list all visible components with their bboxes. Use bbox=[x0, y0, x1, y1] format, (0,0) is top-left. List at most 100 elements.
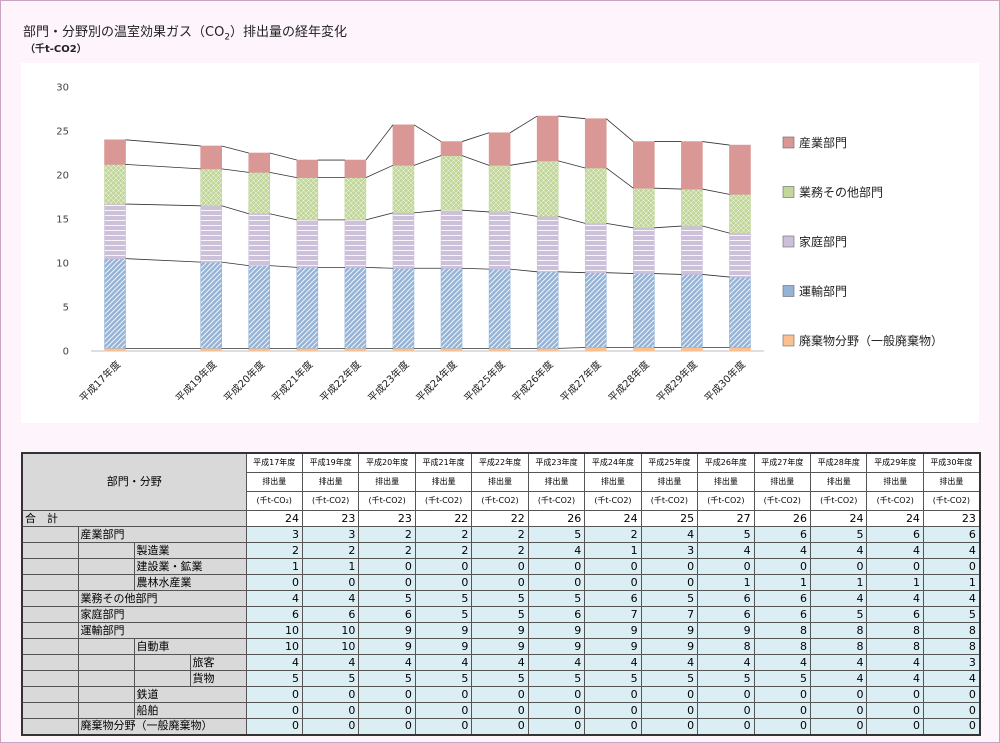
value-cell: 9 bbox=[471, 638, 529, 655]
series-connector-line bbox=[221, 261, 249, 267]
series-connector-line bbox=[125, 203, 201, 207]
value-cell: 4 bbox=[810, 590, 868, 607]
column-header-year: 平成28年度 bbox=[810, 452, 868, 473]
value-cell: 9 bbox=[414, 622, 473, 639]
column-header-year: 平成25年度 bbox=[640, 452, 699, 473]
value-cell: 23 bbox=[301, 510, 360, 527]
row-label: 農林水産業 bbox=[133, 574, 247, 591]
value-cell: 27 bbox=[697, 510, 755, 527]
table-row: 産業部門 3 3 2 2 2 5 2 4 5 6 5 6 6 bbox=[21, 526, 981, 543]
bar-segment-industry bbox=[488, 132, 511, 166]
value-cell: 24 bbox=[866, 510, 924, 527]
indent-cell bbox=[77, 558, 135, 575]
value-cell: 4 bbox=[471, 654, 529, 671]
bar-segment-waste bbox=[104, 348, 126, 352]
value-cell: 0 bbox=[640, 558, 699, 575]
indent-cell bbox=[133, 654, 191, 671]
series-connector-line bbox=[221, 145, 249, 154]
series-connector-line bbox=[269, 171, 297, 179]
column-header-label: 排出量 bbox=[810, 472, 868, 492]
column-header-unit: (千t-CO2) bbox=[584, 491, 642, 511]
value-cell: 0 bbox=[301, 686, 360, 703]
value-cell: 0 bbox=[640, 574, 699, 591]
row-label: 船舶 bbox=[133, 702, 247, 719]
value-cell: 0 bbox=[358, 718, 416, 735]
value-cell: 4 bbox=[358, 654, 416, 671]
legend-label: 家庭部門 bbox=[799, 234, 847, 249]
legend-label: 業務その他部門 bbox=[799, 185, 883, 200]
series-connector-line bbox=[365, 164, 394, 179]
column-header-year: 平成23年度 bbox=[527, 452, 586, 473]
value-cell: 0 bbox=[527, 558, 586, 575]
table-row: 建設業・鉱業 1 1 0 0 0 0 0 0 0 0 0 0 0 bbox=[21, 558, 981, 575]
series-connector-line bbox=[606, 167, 634, 189]
series-connector-line bbox=[510, 268, 538, 273]
value-cell: 2 bbox=[245, 542, 303, 559]
value-cell: 4 bbox=[753, 654, 812, 671]
legend-swatch bbox=[782, 285, 795, 297]
bar-segment-transport bbox=[729, 276, 751, 348]
series-connector-line bbox=[365, 212, 394, 221]
value-cell: 5 bbox=[414, 606, 473, 623]
value-cell: 0 bbox=[414, 558, 473, 575]
value-cell: 6 bbox=[584, 590, 642, 607]
y-tick-label: 5 bbox=[63, 303, 69, 314]
x-category-label: 平成23年度 bbox=[365, 358, 411, 404]
column-header-label: 排出量 bbox=[697, 472, 755, 492]
value-cell: 8 bbox=[866, 638, 924, 655]
value-cell: 10 bbox=[245, 638, 303, 655]
x-category-label: 平成29年度 bbox=[654, 358, 700, 404]
column-header-year: 平成21年度 bbox=[414, 452, 473, 473]
value-cell: 0 bbox=[301, 702, 360, 719]
value-cell: 6 bbox=[245, 606, 303, 623]
value-cell: 5 bbox=[471, 670, 529, 687]
value-cell: 5 bbox=[527, 526, 586, 543]
series-connector-line bbox=[269, 265, 297, 268]
series-connector-line bbox=[558, 160, 586, 169]
value-cell: 0 bbox=[640, 718, 699, 735]
value-cell: 5 bbox=[358, 590, 416, 607]
value-cell: 0 bbox=[301, 574, 360, 591]
value-cell: 0 bbox=[640, 686, 699, 703]
bar-segment-transport bbox=[248, 265, 271, 349]
bar-segment-waste bbox=[248, 348, 271, 352]
indent-cell bbox=[21, 574, 79, 591]
legend-label: 廃棄物分野（一般廃棄物） bbox=[799, 333, 943, 348]
table-row: 農林水産業 0 0 0 0 0 0 0 0 1 1 1 1 1 bbox=[21, 574, 981, 591]
series-connector-line bbox=[365, 124, 394, 161]
value-cell: 4 bbox=[810, 670, 868, 687]
bar-segment-household bbox=[633, 227, 655, 274]
value-cell: 0 bbox=[584, 718, 642, 735]
value-cell: 0 bbox=[810, 686, 868, 703]
value-cell: 0 bbox=[527, 718, 586, 735]
bar-segment-business bbox=[296, 177, 319, 221]
value-cell: 9 bbox=[358, 638, 416, 655]
column-header-label: 排出量 bbox=[527, 472, 586, 492]
row-label: 自動車 bbox=[133, 638, 247, 655]
value-cell: 4 bbox=[245, 590, 303, 607]
value-cell: 6 bbox=[753, 590, 812, 607]
row-label: 産業部門 bbox=[77, 526, 247, 543]
value-cell: 23 bbox=[358, 510, 416, 527]
value-cell: 5 bbox=[584, 670, 642, 687]
bar-segment-transport bbox=[200, 261, 222, 349]
value-cell: 8 bbox=[753, 638, 812, 655]
value-cell: 6 bbox=[527, 606, 586, 623]
series-connector-line bbox=[221, 205, 249, 215]
indent-cell bbox=[21, 622, 79, 639]
value-cell: 2 bbox=[414, 526, 473, 543]
indent-cell bbox=[21, 670, 79, 687]
indent-cell bbox=[21, 686, 79, 703]
bar-segment-waste bbox=[392, 348, 415, 352]
column-header-label: 排出量 bbox=[245, 472, 303, 492]
row-label: 鉄道 bbox=[133, 686, 247, 703]
bar-segment-waste bbox=[296, 348, 319, 352]
value-cell: 0 bbox=[810, 702, 868, 719]
value-cell: 4 bbox=[640, 526, 699, 543]
value-cell: 0 bbox=[697, 702, 755, 719]
bar-segment-industry bbox=[729, 144, 751, 195]
column-header-year: 平成30年度 bbox=[922, 452, 981, 473]
table-row: 業務その他部門 4 4 5 5 5 5 6 5 6 6 4 4 4 bbox=[21, 590, 981, 607]
table-row: 鉄道 0 0 0 0 0 0 0 0 0 0 0 0 0 bbox=[21, 686, 981, 703]
value-cell: 2 bbox=[414, 542, 473, 559]
